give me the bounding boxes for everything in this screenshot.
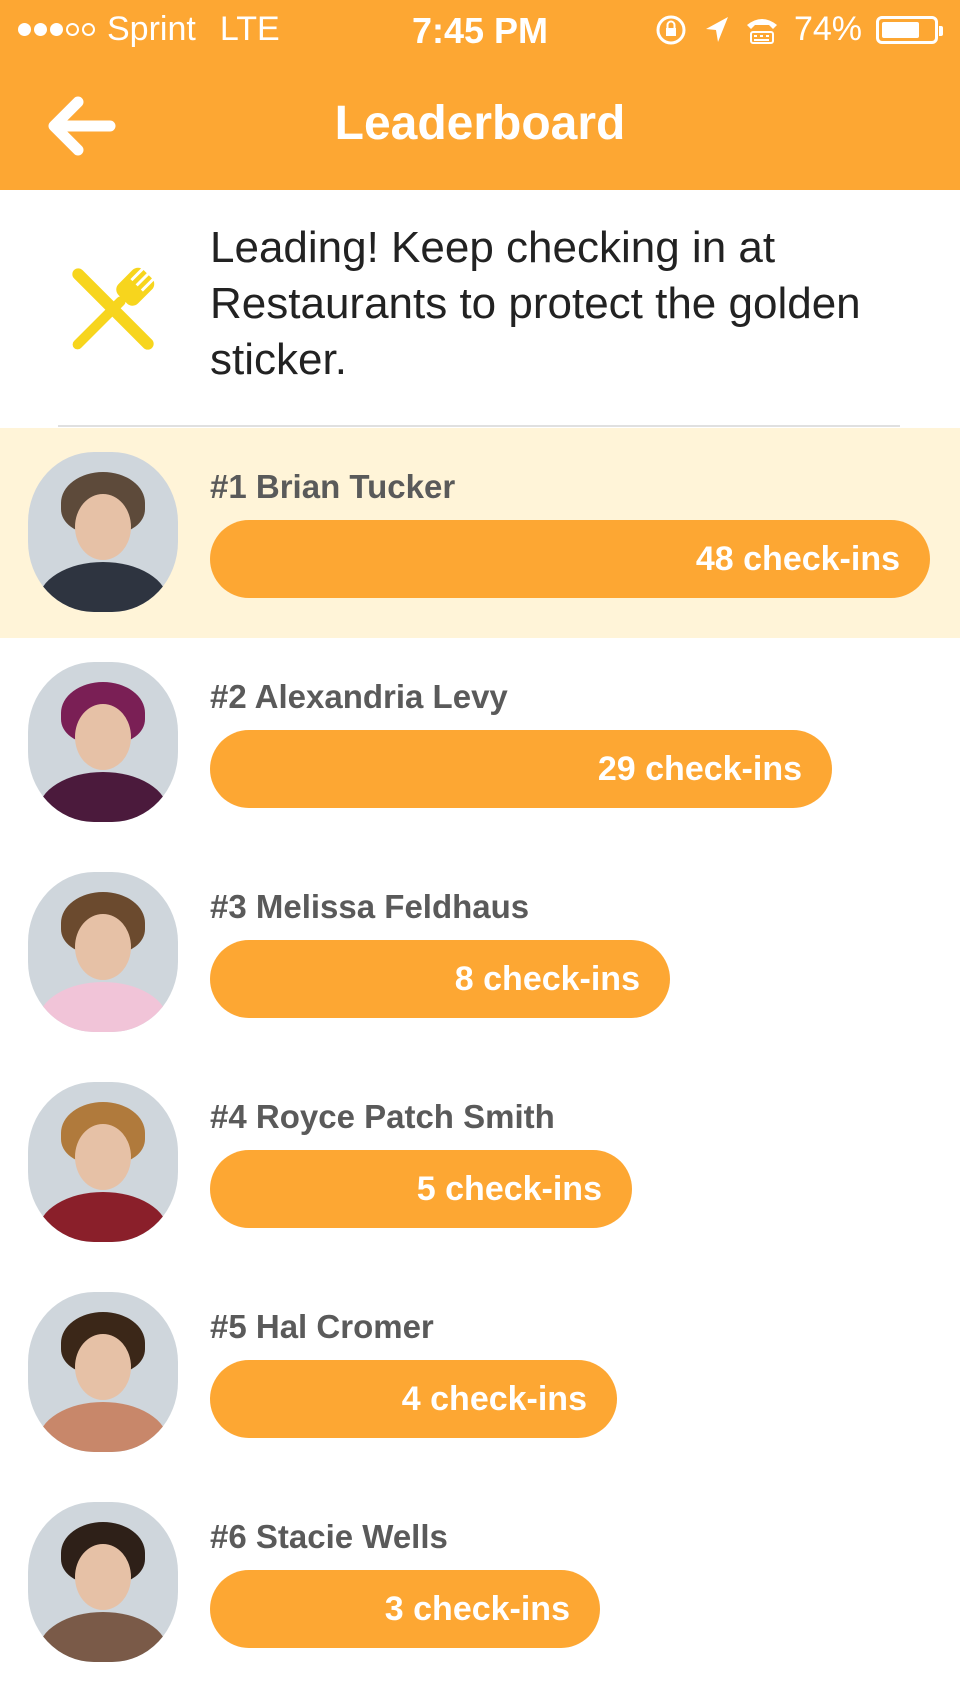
leader-name: #1 Brian Tucker xyxy=(210,468,456,505)
checkin-count-bar: 8 check-ins xyxy=(210,940,670,1018)
checkin-count-bar: 48 check-ins xyxy=(210,520,930,598)
leaderboard-list: #1 Brian Tucker 48 check-ins #2 Alexandria… xyxy=(0,428,960,1688)
location-arrow-icon xyxy=(705,16,728,42)
checkin-count-bar: 4 check-ins xyxy=(210,1360,617,1438)
status-bar: Sprint LTE 7:45 PM 74% xyxy=(0,0,960,62)
leaderboard-row[interactable]: #6 Stacie Wells 3 check-ins xyxy=(0,1478,960,1688)
tty-icon xyxy=(746,18,777,44)
checkin-count-bar: 29 check-ins xyxy=(210,730,832,808)
checkin-count-bar: 3 check-ins xyxy=(210,1570,600,1648)
leader-name: #3 Melissa Feldhaus xyxy=(210,888,530,925)
divider xyxy=(58,425,900,427)
battery-icon xyxy=(876,15,943,44)
avatar[interactable] xyxy=(28,452,178,612)
leader-name: #5 Hal Cromer xyxy=(210,1308,434,1345)
leaderboard-row[interactable]: #4 Royce Patch Smith 5 check-ins xyxy=(0,1058,960,1268)
avatar[interactable] xyxy=(28,1502,178,1662)
leader-name: #2 Alexandria Levy xyxy=(210,678,508,715)
leaderboard-row[interactable]: #3 Melissa Feldhaus 8 check-ins xyxy=(0,848,960,1058)
fork-knife-icon xyxy=(72,262,160,350)
leader-message: Leading! Keep checking in at Restaurants… xyxy=(210,223,861,384)
avatar[interactable] xyxy=(28,662,178,822)
leaderboard-row[interactable]: #1 Brian Tucker 48 check-ins xyxy=(0,428,960,638)
navigation-bar: Leaderboard xyxy=(0,62,960,190)
page-title: Leaderboard xyxy=(334,97,626,150)
leader-name: #4 Royce Patch Smith xyxy=(210,1098,555,1135)
avatar[interactable] xyxy=(28,1292,178,1452)
leader-message-banner: Leading! Keep checking in at Restaurants… xyxy=(0,190,960,426)
leaderboard-row[interactable]: #2 Alexandria Levy 29 check-ins xyxy=(0,638,960,848)
avatar[interactable] xyxy=(28,1082,178,1242)
avatar[interactable] xyxy=(28,872,178,1032)
leader-name: #6 Stacie Wells xyxy=(210,1518,448,1555)
battery-percent: 74% xyxy=(793,10,862,48)
top-bar: Sprint LTE 7:45 PM 74% Leaderboard xyxy=(0,0,960,190)
rotation-lock-icon xyxy=(656,15,686,44)
checkin-count-bar: 5 check-ins xyxy=(210,1150,632,1228)
leaderboard-row[interactable]: #5 Hal Cromer 4 check-ins xyxy=(0,1268,960,1478)
